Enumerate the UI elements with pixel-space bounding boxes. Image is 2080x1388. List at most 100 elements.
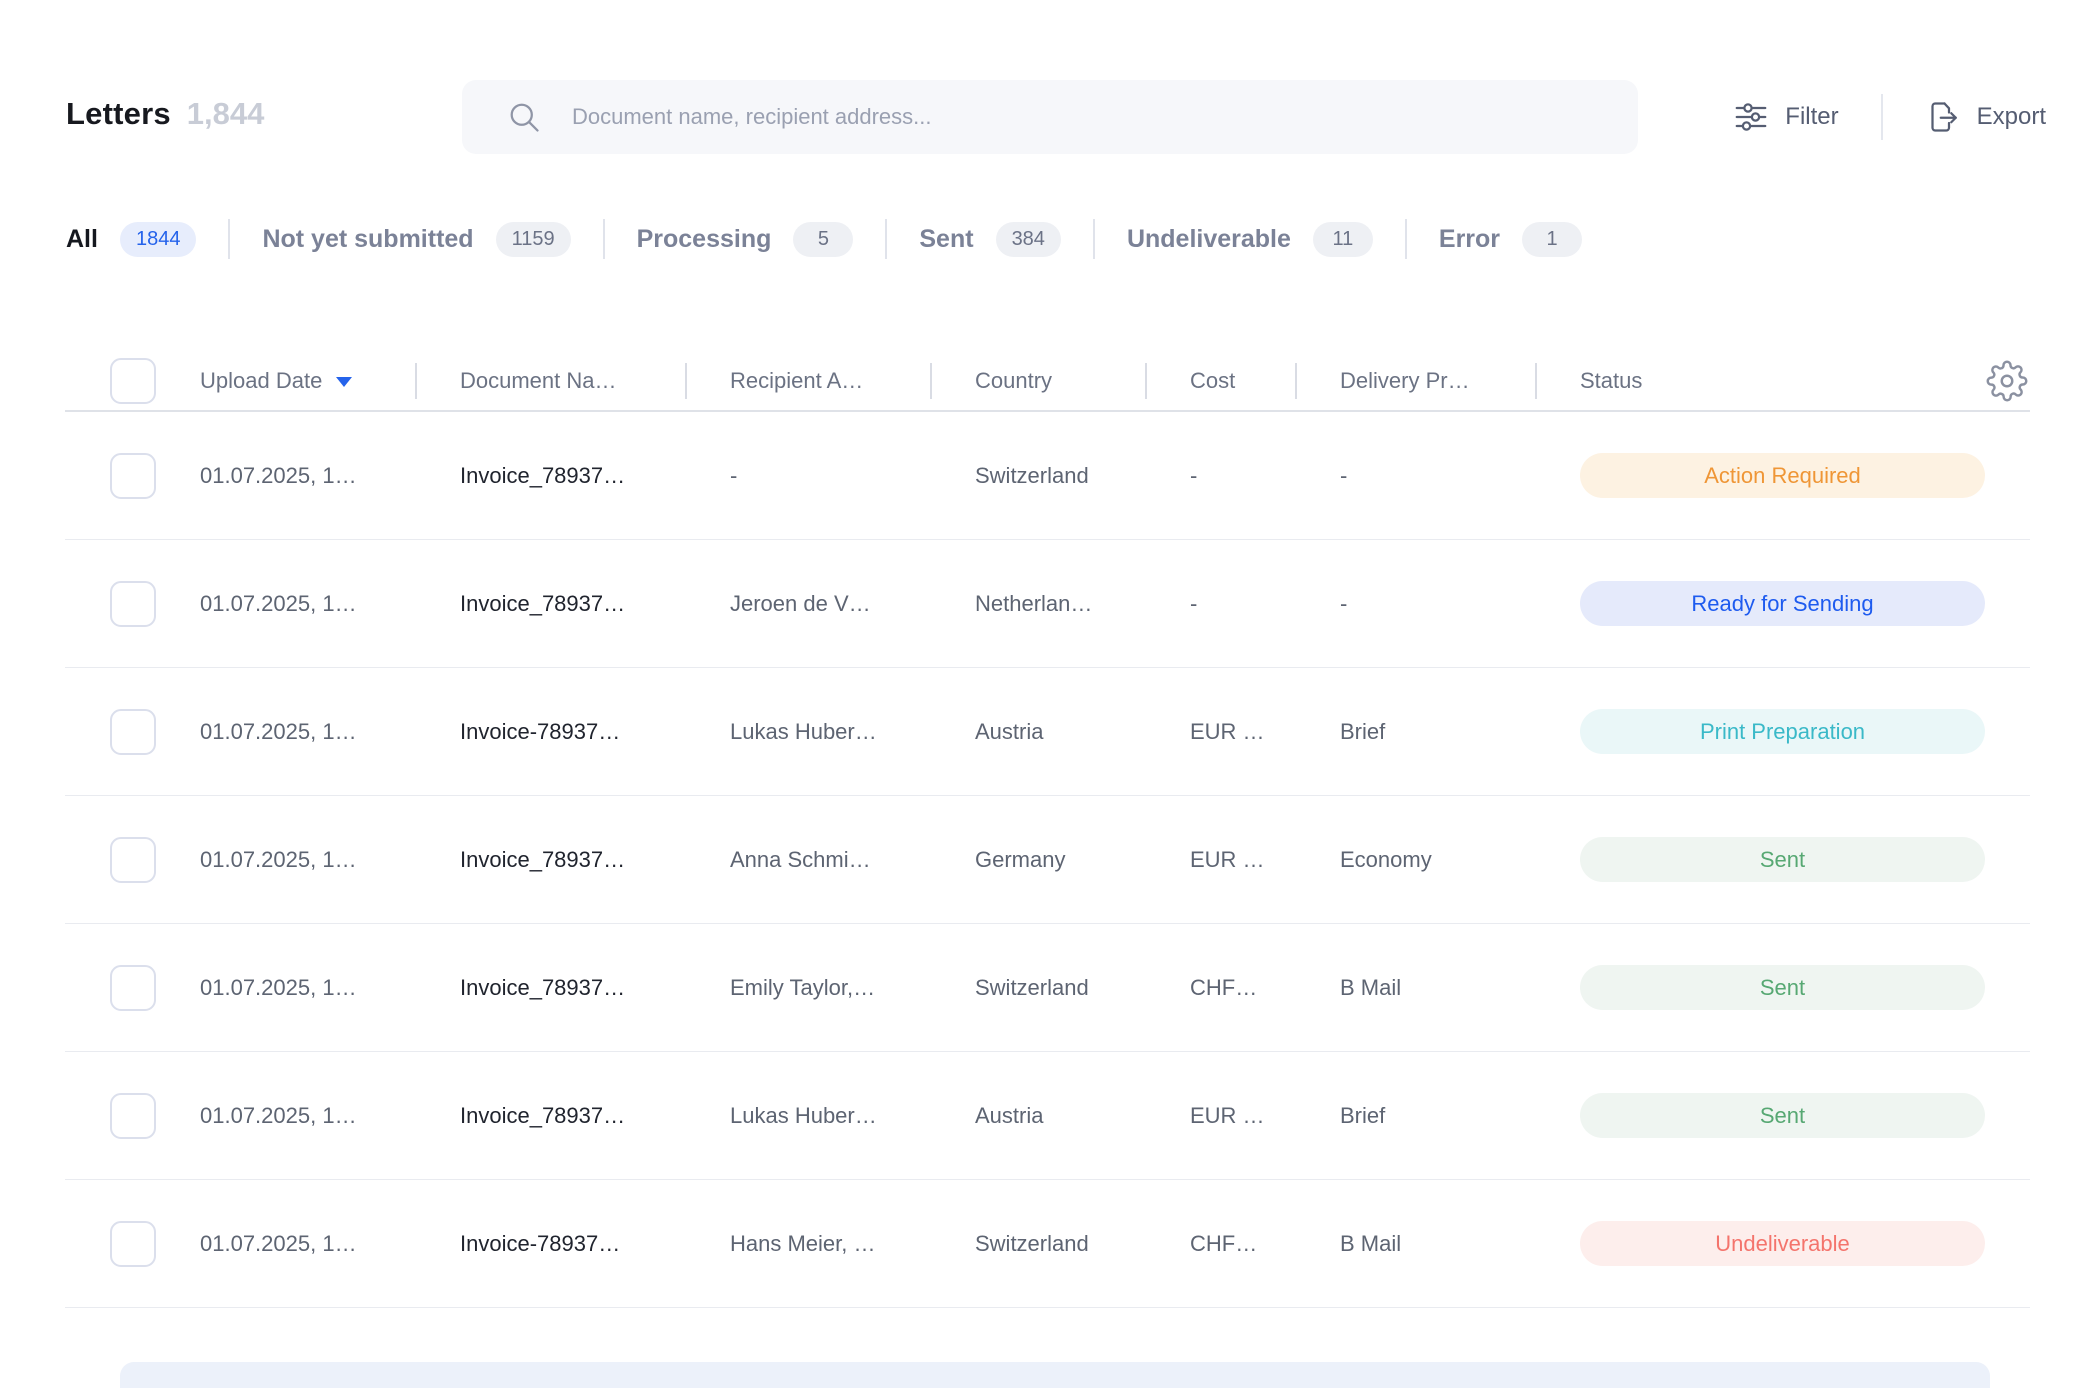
column-label: Document Na… (460, 368, 617, 394)
cell-cost: - (1145, 591, 1295, 617)
export-icon (1925, 99, 1961, 135)
search-icon (506, 99, 542, 135)
row-checkbox[interactable] (110, 709, 156, 755)
row-checkbox[interactable] (110, 581, 156, 627)
cell-recipient: Emily Taylor,… (685, 975, 930, 1001)
select-all-cell (65, 352, 200, 410)
column-header-status[interactable]: Status (1535, 352, 2030, 410)
tab-error[interactable]: Error 1 (1439, 222, 1582, 257)
status-badge: Sent (1580, 837, 1985, 882)
cell-upload-date: 01.07.2025, 1… (200, 847, 415, 873)
status-badge: Ready for Sending (1580, 581, 1985, 626)
tab-count-badge: 1 (1522, 222, 1582, 257)
tab-label: All (66, 225, 98, 254)
table-row[interactable]: 01.07.2025, 1… Invoice-78937… Hans Meier… (65, 1180, 2030, 1308)
tab-sent[interactable]: Sent 384 (919, 222, 1061, 257)
status-badge: Action Required (1580, 453, 1985, 498)
cell-delivery-product: B Mail (1295, 975, 1535, 1001)
row-checkbox[interactable] (110, 837, 156, 883)
table-row[interactable]: 01.07.2025, 1… Invoice_78937… Emily Tayl… (65, 924, 2030, 1052)
table-row[interactable]: 01.07.2025, 1… Invoice_78937… Jeroen de … (65, 540, 2030, 668)
row-checkbox[interactable] (110, 453, 156, 499)
tab-label: Sent (919, 225, 973, 254)
cell-country: Switzerland (930, 463, 1145, 489)
cell-document-name: Invoice_78937… (415, 975, 685, 1001)
table-header-row: Upload Date Document Na… Recipient A… Co… (65, 352, 2030, 412)
table-settings-button[interactable] (1986, 360, 2028, 402)
cell-upload-date: 01.07.2025, 1… (200, 1103, 415, 1129)
bottom-scroll-bar[interactable] (120, 1362, 1990, 1388)
row-checkbox[interactable] (110, 1221, 156, 1267)
table-row[interactable]: 01.07.2025, 1… Invoice-78937… Lukas Hube… (65, 668, 2030, 796)
column-label: Status (1580, 368, 1642, 394)
cell-upload-date: 01.07.2025, 1… (200, 463, 415, 489)
cell-country: Switzerland (930, 975, 1145, 1001)
row-select-cell (65, 453, 200, 499)
column-label: Upload Date (200, 368, 322, 394)
cell-recipient: Jeroen de V… (685, 591, 930, 617)
column-header-cost[interactable]: Cost (1145, 352, 1295, 410)
letters-table: Upload Date Document Na… Recipient A… Co… (65, 352, 2030, 1308)
column-header-upload-date[interactable]: Upload Date (200, 352, 415, 410)
tab-processing[interactable]: Processing 5 (637, 222, 854, 257)
cell-document-name: Invoice_78937… (415, 591, 685, 617)
cell-status: Print Preparation (1535, 709, 2030, 754)
cell-delivery-product: Brief (1295, 1103, 1535, 1129)
table-row[interactable]: 01.07.2025, 1… Invoice_78937… Lukas Hube… (65, 1052, 2030, 1180)
tab-label: Processing (637, 225, 772, 254)
status-badge: Print Preparation (1580, 709, 1985, 754)
cell-document-name: Invoice-78937… (415, 719, 685, 745)
cell-delivery-product: Economy (1295, 847, 1535, 873)
cell-upload-date: 01.07.2025, 1… (200, 1231, 415, 1257)
filter-label: Filter (1785, 103, 1838, 131)
cell-upload-date: 01.07.2025, 1… (200, 591, 415, 617)
cell-recipient: Lukas Huber… (685, 1103, 930, 1129)
cell-cost: CHF… (1145, 975, 1295, 1001)
cell-recipient: Hans Meier, … (685, 1231, 930, 1257)
tab-count-badge: 5 (793, 222, 853, 257)
select-all-checkbox[interactable] (110, 358, 156, 404)
column-header-country[interactable]: Country (930, 352, 1145, 410)
status-tabs: All 1844 Not yet submitted 1159 Processi… (66, 212, 1582, 266)
tab-label: Not yet submitted (262, 225, 473, 254)
row-checkbox[interactable] (110, 1093, 156, 1139)
column-header-recipient[interactable]: Recipient A… (685, 352, 930, 410)
tab-divider (1093, 219, 1095, 259)
tab-count-badge: 1159 (496, 222, 571, 257)
tab-divider (885, 219, 887, 259)
letters-page: Letters 1,844 Filter Export (0, 0, 2080, 1388)
cell-recipient: Lukas Huber… (685, 719, 930, 745)
filter-button[interactable]: Filter (1733, 99, 1838, 135)
cell-country: Germany (930, 847, 1145, 873)
tab-all[interactable]: All 1844 (66, 222, 196, 257)
column-label: Country (975, 368, 1052, 394)
tab-count-badge: 384 (996, 222, 1061, 257)
cell-document-name: Invoice_78937… (415, 463, 685, 489)
tab-divider (603, 219, 605, 259)
table-row[interactable]: 01.07.2025, 1… Invoice_78937… Anna Schmi… (65, 796, 2030, 924)
tab-undeliverable[interactable]: Undeliverable 11 (1127, 222, 1373, 257)
cell-upload-date: 01.07.2025, 1… (200, 719, 415, 745)
row-select-cell (65, 1221, 200, 1267)
table-row[interactable]: 01.07.2025, 1… Invoice_78937… - Switzerl… (65, 412, 2030, 540)
column-label: Cost (1190, 368, 1235, 394)
status-badge: Undeliverable (1580, 1221, 1985, 1266)
cell-cost: EUR … (1145, 719, 1295, 745)
search-input[interactable] (570, 103, 1608, 131)
row-select-cell (65, 965, 200, 1011)
filter-icon (1733, 99, 1769, 135)
export-button[interactable]: Export (1925, 99, 2046, 135)
tab-not-yet-submitted[interactable]: Not yet submitted 1159 (262, 222, 570, 257)
cell-country: Netherlan… (930, 591, 1145, 617)
row-checkbox[interactable] (110, 965, 156, 1011)
cell-status: Ready for Sending (1535, 581, 2030, 626)
page-title: Letters (66, 96, 171, 132)
cell-country: Austria (930, 719, 1145, 745)
row-select-cell (65, 709, 200, 755)
cell-document-name: Invoice-78937… (415, 1231, 685, 1257)
cell-upload-date: 01.07.2025, 1… (200, 975, 415, 1001)
column-header-document-name[interactable]: Document Na… (415, 352, 685, 410)
row-select-cell (65, 581, 200, 627)
column-header-delivery-product[interactable]: Delivery Pr… (1295, 352, 1535, 410)
search-bar[interactable] (462, 80, 1638, 154)
